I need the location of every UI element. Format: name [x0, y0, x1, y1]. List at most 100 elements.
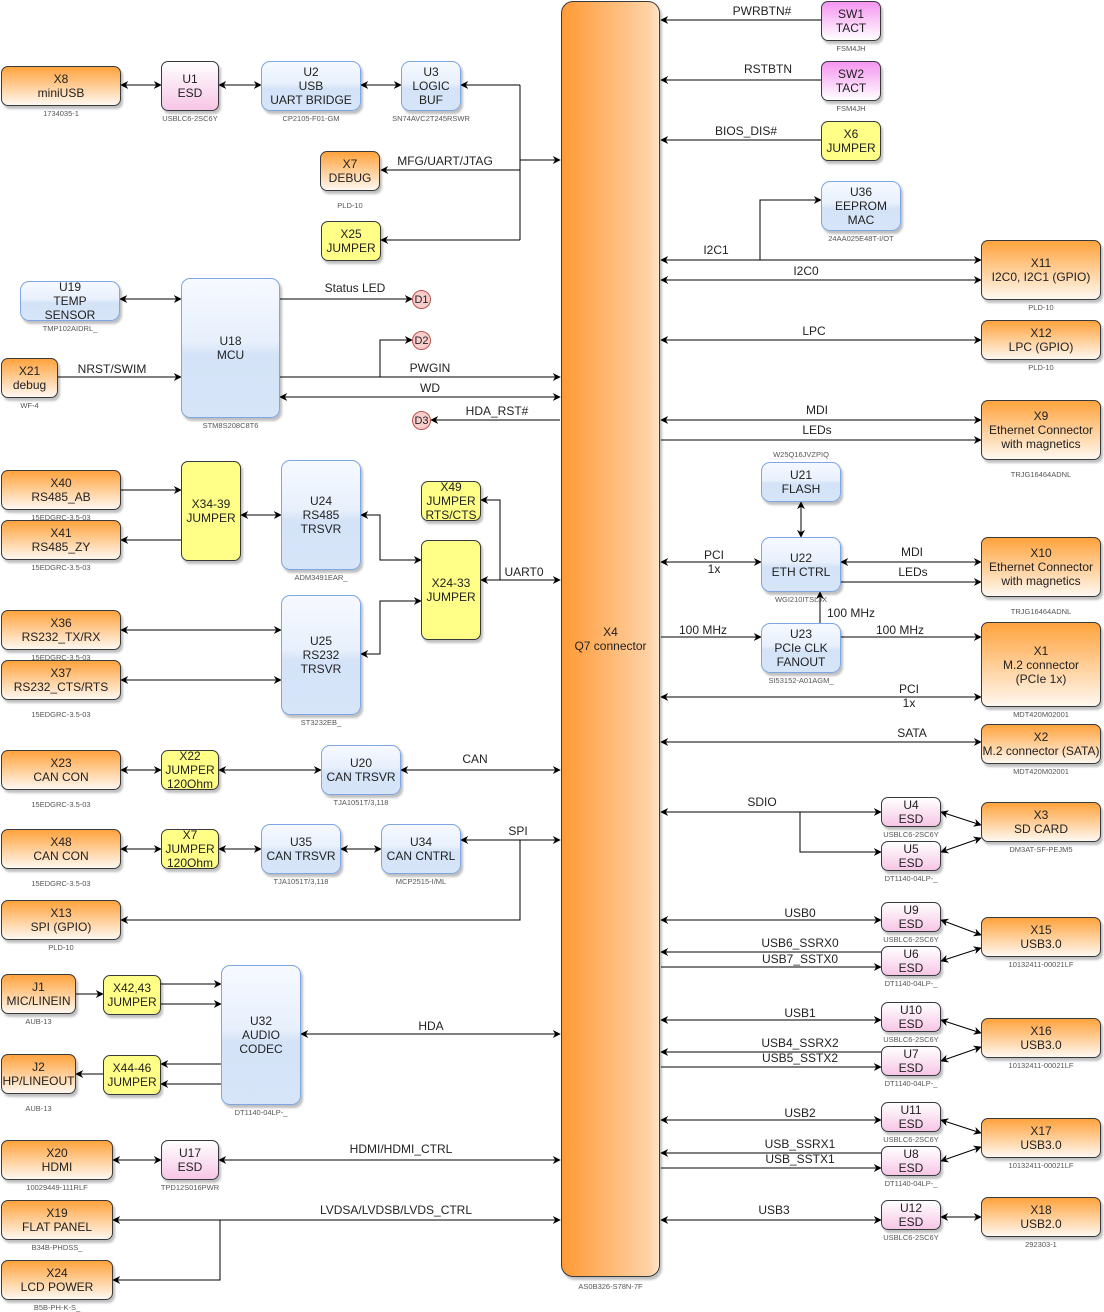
signal-label-pci-a-width: 1x	[707, 562, 721, 576]
signal-label-usb-ssrx1: USB_SSRX1	[764, 1137, 836, 1151]
block-label: U17 ESD	[177, 1146, 203, 1174]
part-number: TPD12S016PWR	[160, 1183, 220, 1192]
part-number: MDT420M02001	[1013, 710, 1069, 719]
block-label: X44-46 JUMPER	[107, 1061, 157, 1089]
block-x3: X3 SD CARD DM3AT-SF-PEJM5	[981, 802, 1101, 854]
block-x20: X20 HDMI 10029449-111RLF	[1, 1140, 113, 1192]
signal-label-mdi: MDI	[806, 403, 828, 417]
part-number: FSM4JH	[836, 44, 866, 53]
part-number: PLD-10	[48, 943, 74, 952]
wire	[940, 1045, 982, 1063]
block-label: X13 SPI (GPIO)	[30, 906, 92, 934]
block-u34: U34 CAN CNTRL MCP2515-I/ML	[381, 824, 461, 886]
signal-label-usb7-sstx0: USB7_SSTX0	[761, 952, 839, 966]
block-label: X40 RS485_AB	[31, 476, 91, 504]
block-label: X24-33 JUMPER	[426, 576, 476, 604]
block-label: U7 ESD	[898, 1047, 924, 1075]
block-x10: X10 Ethernet Connector with magnetics TRJ…	[981, 537, 1101, 616]
signal-label-lpc: LPC	[802, 324, 826, 338]
part-number: FSM4JH	[836, 104, 866, 113]
block-label: X4 Q7 connector	[574, 625, 647, 653]
part-number: TMP102AIDRL_	[42, 324, 98, 333]
wire	[940, 810, 982, 827]
block-label: U20 CAN TRSVR	[326, 756, 396, 784]
block-x17: X17 USB3.0 10132411-00021LF	[981, 1118, 1101, 1170]
signal-label-pci-b: PCI	[898, 682, 920, 696]
signal-label-i2c0: I2C0	[793, 264, 819, 278]
signal-label-pci-b-width: 1x	[902, 696, 916, 710]
block-label: X21 debug	[12, 364, 47, 392]
part-number: DT1140-04LP-_	[884, 979, 938, 988]
signal-label-usb6-ssrx0: USB6_SSRX0	[761, 936, 839, 950]
block-u2: U2 USB UART BRIDGE CP2105-F01-GM	[261, 61, 361, 123]
block-d3: D3	[412, 411, 431, 430]
block-label: U25 RS232 TRSVR	[300, 634, 342, 676]
block-label: U23 PCIe CLK FANOUT	[774, 627, 828, 669]
signal-label-usb-sstx1: USB_SSTX1	[765, 1152, 835, 1166]
block-label: U11 ESD	[898, 1103, 924, 1131]
part-number: SI53152-A01AGM_	[768, 676, 834, 685]
block-u36: U36 EEPROM MAC 24AA025E48T-I/OT	[821, 181, 901, 243]
wire	[360, 511, 422, 564]
block-j2: J2 HP/LINEOUT AUB-13	[1, 1054, 76, 1113]
signal-label-usb3: USB3	[758, 1203, 790, 1217]
signal-label-usb4-ssrx2: USB4_SSRX2	[761, 1036, 839, 1050]
block-label: X48 CAN CON	[33, 835, 89, 863]
block-label: X20 HDMI	[41, 1146, 73, 1174]
signal-label-clk-x1: 100 MHz	[875, 623, 925, 637]
signal-label-clk-in: 100 MHz	[678, 623, 728, 637]
block-label: X1 M.2 connector (PCIe 1x)	[1002, 643, 1080, 686]
block-x22: X22 JUMPER 120Ohm	[161, 749, 219, 791]
part-number: TRJG16464ADNL	[1010, 470, 1072, 479]
part-number: MCP2515-I/ML	[395, 877, 447, 886]
block-label: U24 RS485 TRSVR	[300, 494, 342, 536]
signal-label-nrst-swim: NRST/SWIM	[77, 362, 147, 376]
wire	[940, 1018, 982, 1035]
part-number: PLD-10	[1028, 303, 1054, 312]
block-u24: U24 RS485 TRSVR ADM3491EAR_	[281, 460, 361, 582]
part-number: PLD-10	[337, 201, 363, 210]
block-u21: U21 FLASH W25Q16JVZPIQ	[761, 450, 841, 502]
wire	[379, 336, 413, 377]
block-label: U3 LOGIC BUF	[412, 65, 450, 107]
block-x44-46: X44-46 JUMPER	[103, 1055, 161, 1095]
block-sw2: SW2 TACT FSM4JH	[821, 61, 881, 113]
block-label: U22 ETH CTRL	[771, 550, 831, 579]
signal-label-sata: SATA	[897, 726, 927, 740]
block-label: X36 RS232_TX/RX	[21, 616, 101, 644]
block-x15: X15 USB3.0 10132411-00021LF	[981, 917, 1101, 969]
part-number: USBLC6-2SC6Y	[883, 1035, 939, 1044]
block-x2: X2 M.2 connector (SATA) MDT420M02001	[981, 724, 1101, 776]
block-j1: J1 MIC/LINEIN AUB-13	[1, 974, 76, 1026]
block-x18: X18 USB2.0 292303-1	[981, 1197, 1101, 1249]
signal-label-usb1: USB1	[784, 1006, 816, 1020]
part-number: SN74AVC2T245RSWR	[392, 114, 470, 123]
part-number: DT1140-04LP-_	[884, 1079, 938, 1088]
block-label: X11 I2C0, I2C1 (GPIO)	[991, 256, 1091, 284]
signal-label-uart0: UART0	[504, 565, 544, 579]
part-number: DT1140-04LP-_	[884, 1179, 938, 1188]
block-label: X25 JUMPER	[326, 227, 376, 255]
part-number: 292303-1	[1025, 1240, 1057, 1249]
block-label: D1	[414, 293, 429, 306]
signal-label-pwrbtn: PWRBTN#	[732, 4, 792, 18]
block-label: U19 TEMP SENSOR	[44, 280, 96, 322]
block-u7: U7 ESD DT1140-04LP-_	[881, 1046, 941, 1088]
signal-label-hdmi: HDMI/HDMI_CTRL	[349, 1142, 453, 1156]
block-label: J2 HP/LINEOUT	[2, 1060, 75, 1088]
part-number: DT1140-04LP-_	[884, 874, 938, 883]
part-number: 15EDGRC-3.5-03	[31, 800, 91, 809]
block-label: U5 ESD	[898, 842, 924, 870]
signal-label-hda-rst: HDA_RST#	[465, 404, 529, 418]
block-label: U35 CAN TRSVR	[266, 835, 336, 863]
signal-label-leds: LEDs	[802, 423, 832, 437]
block-u3: U3 LOGIC BUF SN74AVC2T245RSWR	[392, 61, 470, 123]
part-number: USBLC6-2SC6Y	[883, 830, 939, 839]
block-label: U4 ESD	[898, 798, 924, 826]
block-x42-43: X42,43 JUMPER	[103, 975, 161, 1015]
block-u19: U19 TEMP SENSOR TMP102AIDRL_	[20, 280, 120, 333]
signal-label-pci-a: PCI	[703, 548, 725, 562]
part-number: WF-4	[20, 401, 39, 410]
block-label: X6 JUMPER	[826, 127, 876, 155]
block-u5: U5 ESD DT1140-04LP-_	[881, 841, 941, 883]
